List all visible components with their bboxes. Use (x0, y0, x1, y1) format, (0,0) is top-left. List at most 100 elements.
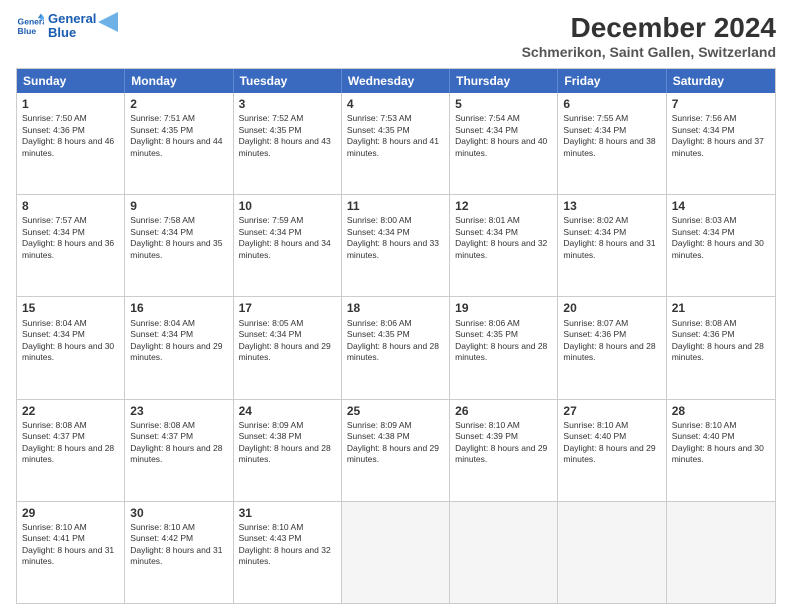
daylight-text: Daylight: 8 hours and 32 minutes. (455, 238, 552, 261)
daylight-text: Daylight: 8 hours and 28 minutes. (455, 341, 552, 364)
day-number: 19 (455, 300, 552, 316)
day-number: 30 (130, 505, 227, 521)
day-cell-24: 24Sunrise: 8:09 AMSunset: 4:38 PMDayligh… (234, 400, 342, 501)
daylight-text: Daylight: 8 hours and 30 minutes. (22, 341, 119, 364)
daylight-text: Daylight: 8 hours and 29 minutes. (130, 341, 227, 364)
sunset-text: Sunset: 4:34 PM (672, 125, 770, 136)
header-saturday: Saturday (667, 69, 775, 93)
daylight-text: Daylight: 8 hours and 30 minutes. (672, 443, 770, 466)
header-monday: Monday (125, 69, 233, 93)
sunset-text: Sunset: 4:34 PM (563, 227, 660, 238)
daylight-text: Daylight: 8 hours and 28 minutes. (130, 443, 227, 466)
day-cell-31: 31Sunrise: 8:10 AMSunset: 4:43 PMDayligh… (234, 502, 342, 603)
day-cell-6: 6Sunrise: 7:55 AMSunset: 4:34 PMDaylight… (558, 93, 666, 194)
sunset-text: Sunset: 4:34 PM (22, 227, 119, 238)
daylight-text: Daylight: 8 hours and 38 minutes. (563, 136, 660, 159)
sunrise-text: Sunrise: 8:04 AM (22, 318, 119, 329)
daylight-text: Daylight: 8 hours and 37 minutes. (672, 136, 770, 159)
sunset-text: Sunset: 4:34 PM (455, 227, 552, 238)
daylight-text: Daylight: 8 hours and 28 minutes. (563, 341, 660, 364)
sunrise-text: Sunrise: 7:53 AM (347, 113, 444, 124)
sunset-text: Sunset: 4:36 PM (672, 329, 770, 340)
sunrise-text: Sunrise: 8:08 AM (130, 420, 227, 431)
day-number: 4 (347, 96, 444, 112)
day-cell-26: 26Sunrise: 8:10 AMSunset: 4:39 PMDayligh… (450, 400, 558, 501)
sunrise-text: Sunrise: 8:06 AM (347, 318, 444, 329)
sunset-text: Sunset: 4:35 PM (239, 125, 336, 136)
header-tuesday: Tuesday (234, 69, 342, 93)
sunset-text: Sunset: 4:35 PM (347, 125, 444, 136)
empty-cell (342, 502, 450, 603)
sunrise-text: Sunrise: 8:01 AM (455, 215, 552, 226)
sunrise-text: Sunrise: 8:09 AM (239, 420, 336, 431)
sunrise-text: Sunrise: 8:02 AM (563, 215, 660, 226)
daylight-text: Daylight: 8 hours and 28 minutes. (347, 341, 444, 364)
header-thursday: Thursday (450, 69, 558, 93)
daylight-text: Daylight: 8 hours and 30 minutes. (672, 238, 770, 261)
daylight-text: Daylight: 8 hours and 32 minutes. (239, 545, 336, 568)
logo-text-line1: General (48, 12, 96, 26)
day-number: 7 (672, 96, 770, 112)
sunset-text: Sunset: 4:37 PM (22, 431, 119, 442)
sunrise-text: Sunrise: 7:51 AM (130, 113, 227, 124)
day-cell-10: 10Sunrise: 7:59 AMSunset: 4:34 PMDayligh… (234, 195, 342, 296)
logo-text-line2: Blue (48, 26, 96, 40)
day-number: 8 (22, 198, 119, 214)
daylight-text: Daylight: 8 hours and 31 minutes. (130, 545, 227, 568)
sunset-text: Sunset: 4:34 PM (130, 329, 227, 340)
calendar-week-4: 22Sunrise: 8:08 AMSunset: 4:37 PMDayligh… (17, 399, 775, 501)
calendar-week-3: 15Sunrise: 8:04 AMSunset: 4:34 PMDayligh… (17, 296, 775, 398)
day-cell-29: 29Sunrise: 8:10 AMSunset: 4:41 PMDayligh… (17, 502, 125, 603)
sunrise-text: Sunrise: 8:08 AM (672, 318, 770, 329)
daylight-text: Daylight: 8 hours and 36 minutes. (22, 238, 119, 261)
day-number: 16 (130, 300, 227, 316)
sunset-text: Sunset: 4:34 PM (563, 125, 660, 136)
sunrise-text: Sunrise: 7:50 AM (22, 113, 119, 124)
calendar-header: Sunday Monday Tuesday Wednesday Thursday… (17, 69, 775, 93)
daylight-text: Daylight: 8 hours and 34 minutes. (239, 238, 336, 261)
day-number: 5 (455, 96, 552, 112)
logo: General Blue General Blue (16, 12, 118, 41)
location-title: Schmerikon, Saint Gallen, Switzerland (522, 44, 776, 60)
day-number: 2 (130, 96, 227, 112)
header: General Blue General Blue December 2024 … (16, 12, 776, 60)
day-cell-25: 25Sunrise: 8:09 AMSunset: 4:38 PMDayligh… (342, 400, 450, 501)
day-number: 28 (672, 403, 770, 419)
sunset-text: Sunset: 4:34 PM (239, 227, 336, 238)
sunrise-text: Sunrise: 7:55 AM (563, 113, 660, 124)
day-cell-17: 17Sunrise: 8:05 AMSunset: 4:34 PMDayligh… (234, 297, 342, 398)
sunset-text: Sunset: 4:35 PM (130, 125, 227, 136)
daylight-text: Daylight: 8 hours and 28 minutes. (672, 341, 770, 364)
calendar-week-5: 29Sunrise: 8:10 AMSunset: 4:41 PMDayligh… (17, 501, 775, 603)
sunrise-text: Sunrise: 7:54 AM (455, 113, 552, 124)
page: General Blue General Blue December 2024 … (0, 0, 792, 612)
sunset-text: Sunset: 4:34 PM (239, 329, 336, 340)
daylight-text: Daylight: 8 hours and 29 minutes. (347, 443, 444, 466)
daylight-text: Daylight: 8 hours and 35 minutes. (130, 238, 227, 261)
day-cell-2: 2Sunrise: 7:51 AMSunset: 4:35 PMDaylight… (125, 93, 233, 194)
day-cell-19: 19Sunrise: 8:06 AMSunset: 4:35 PMDayligh… (450, 297, 558, 398)
sunset-text: Sunset: 4:41 PM (22, 533, 119, 544)
daylight-text: Daylight: 8 hours and 40 minutes. (455, 136, 552, 159)
sunset-text: Sunset: 4:34 PM (672, 227, 770, 238)
sunrise-text: Sunrise: 8:10 AM (672, 420, 770, 431)
sunset-text: Sunset: 4:42 PM (130, 533, 227, 544)
header-friday: Friday (558, 69, 666, 93)
sunrise-text: Sunrise: 7:59 AM (239, 215, 336, 226)
day-cell-27: 27Sunrise: 8:10 AMSunset: 4:40 PMDayligh… (558, 400, 666, 501)
day-cell-11: 11Sunrise: 8:00 AMSunset: 4:34 PMDayligh… (342, 195, 450, 296)
daylight-text: Daylight: 8 hours and 41 minutes. (347, 136, 444, 159)
sunset-text: Sunset: 4:34 PM (455, 125, 552, 136)
day-cell-13: 13Sunrise: 8:02 AMSunset: 4:34 PMDayligh… (558, 195, 666, 296)
day-number: 6 (563, 96, 660, 112)
sunrise-text: Sunrise: 8:05 AM (239, 318, 336, 329)
daylight-text: Daylight: 8 hours and 31 minutes. (563, 238, 660, 261)
day-cell-30: 30Sunrise: 8:10 AMSunset: 4:42 PMDayligh… (125, 502, 233, 603)
sunrise-text: Sunrise: 8:00 AM (347, 215, 444, 226)
day-cell-3: 3Sunrise: 7:52 AMSunset: 4:35 PMDaylight… (234, 93, 342, 194)
sunrise-text: Sunrise: 7:56 AM (672, 113, 770, 124)
day-number: 14 (672, 198, 770, 214)
day-cell-23: 23Sunrise: 8:08 AMSunset: 4:37 PMDayligh… (125, 400, 233, 501)
daylight-text: Daylight: 8 hours and 29 minutes. (455, 443, 552, 466)
sunset-text: Sunset: 4:40 PM (563, 431, 660, 442)
